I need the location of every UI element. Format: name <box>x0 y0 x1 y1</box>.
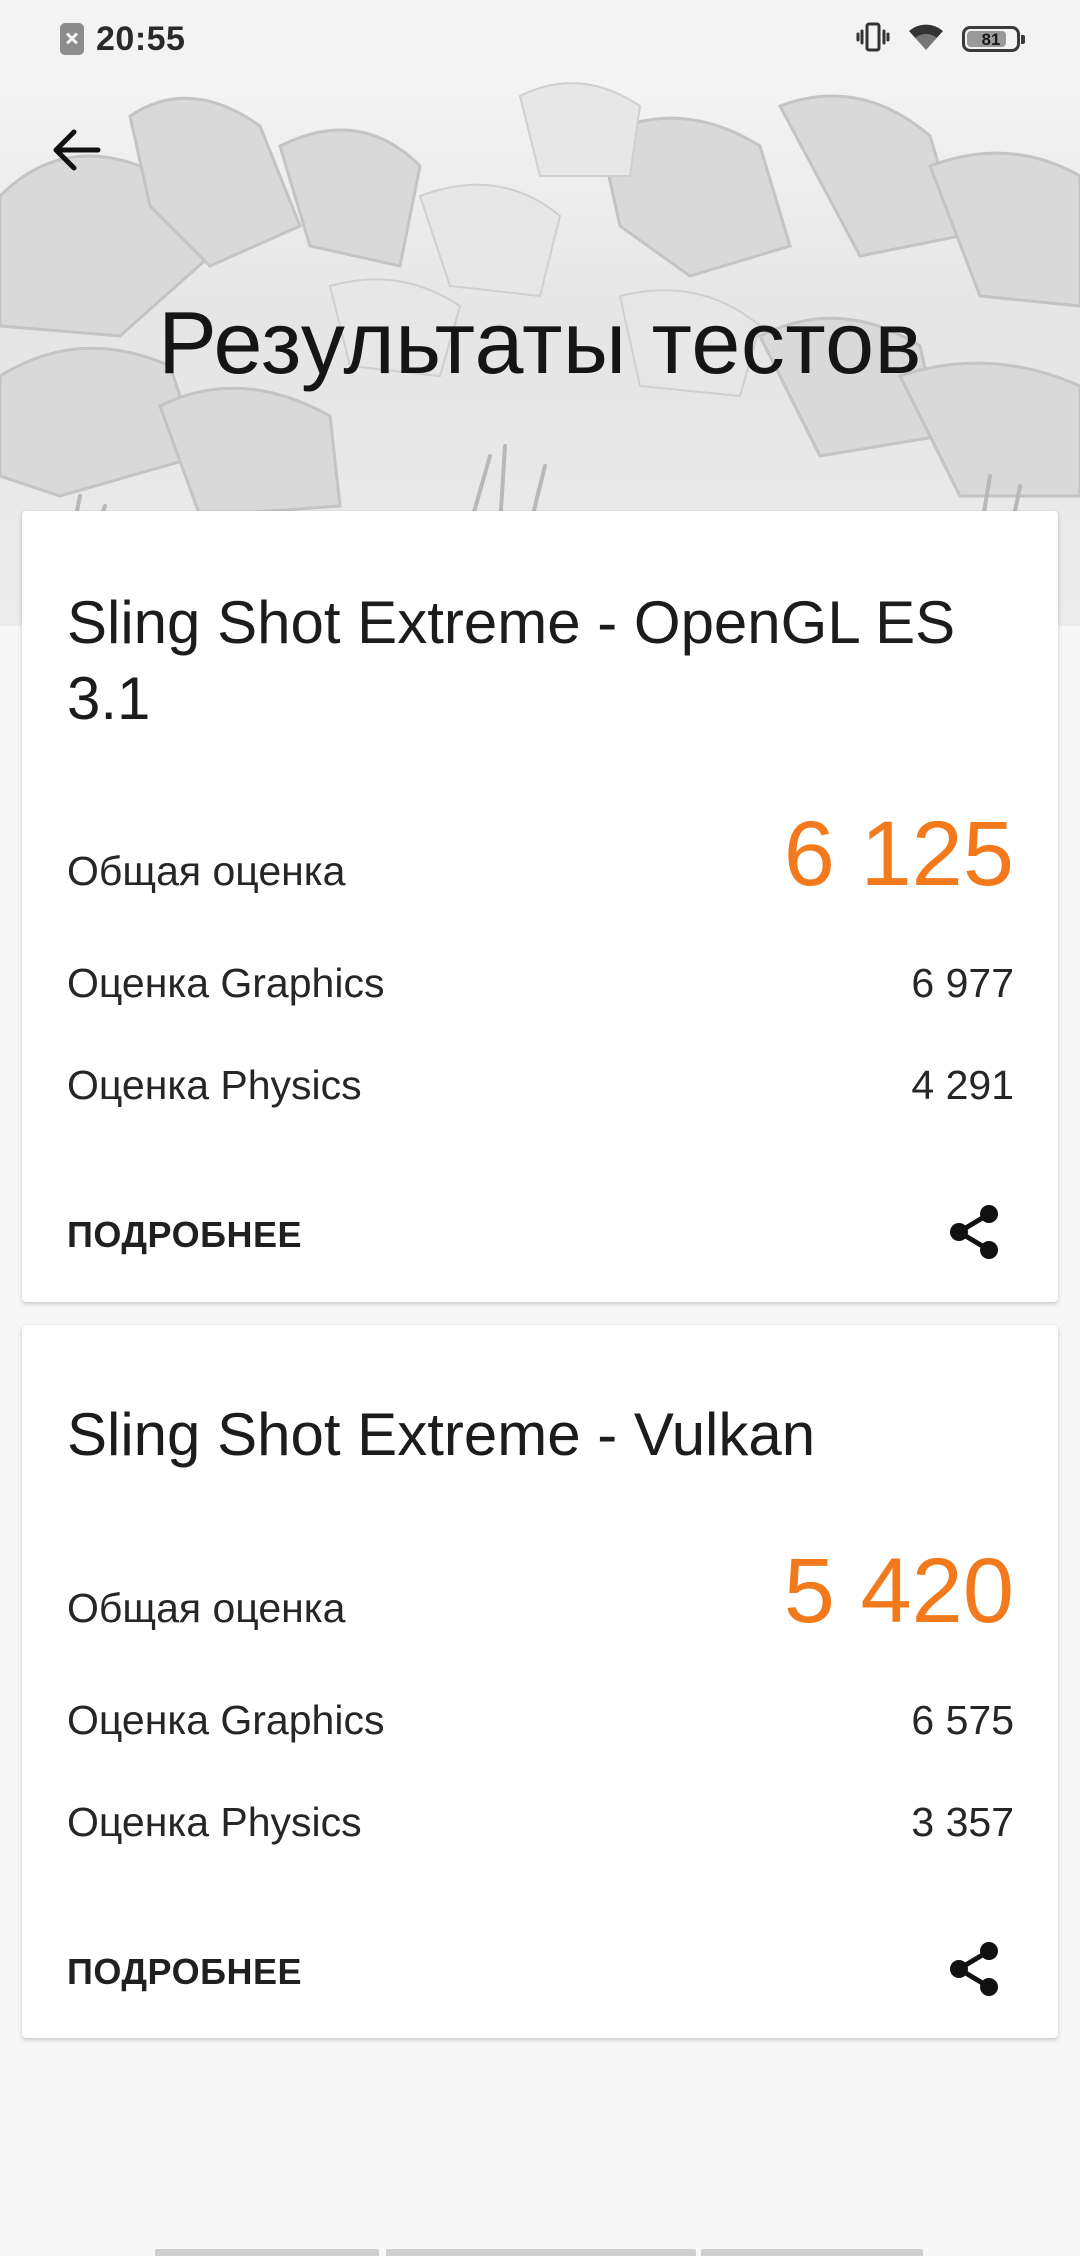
battery-level: 81 <box>981 29 1001 49</box>
graphics-score-row: Оценка Graphics 6 977 <box>67 960 1014 1007</box>
share-button[interactable] <box>942 1937 1006 2001</box>
wifi-icon <box>906 21 946 58</box>
total-score-row: Общая оценка 6 125 <box>67 808 1014 900</box>
graphics-score-value: 6 575 <box>911 1697 1014 1743</box>
bottom-edge-tabs <box>0 2246 1080 2256</box>
notification-blocked-icon <box>60 23 84 55</box>
share-icon <box>950 1942 998 1996</box>
total-score-row: Общая оценка 5 420 <box>67 1545 1014 1637</box>
status-time: 20:55 <box>96 19 186 58</box>
total-score-value: 5 420 <box>783 1540 1014 1642</box>
share-button[interactable] <box>942 1200 1006 1264</box>
physics-score-value: 3 357 <box>911 1799 1014 1845</box>
bottom-tab[interactable] <box>386 2249 696 2256</box>
graphics-score-row: Оценка Graphics 6 575 <box>67 1697 1014 1744</box>
total-score-label: Общая оценка <box>67 848 346 894</box>
total-score-value: 6 125 <box>783 803 1014 905</box>
result-card-vulkan: Sling Shot Extreme - Vulkan Общая оценка… <box>22 1325 1058 2038</box>
graphics-score-label: Оценка Graphics <box>67 1697 385 1743</box>
bottom-tab[interactable] <box>155 2249 379 2256</box>
status-right: 81 <box>856 18 1025 60</box>
physics-score-label: Оценка Physics <box>67 1799 362 1845</box>
bottom-tab[interactable] <box>701 2249 923 2256</box>
back-button[interactable] <box>38 112 114 188</box>
battery-icon: 81 <box>962 26 1025 52</box>
status-bar: 20:55 81 <box>0 0 1080 76</box>
status-left: 20:55 <box>60 18 185 60</box>
vibrate-icon <box>856 20 890 59</box>
total-score-label: Общая оценка <box>67 1585 346 1631</box>
graphics-score-label: Оценка Graphics <box>67 960 385 1006</box>
physics-score-row: Оценка Physics 3 357 <box>67 1799 1014 1846</box>
test-title: Sling Shot Extreme - Vulkan <box>67 1401 816 1468</box>
physics-score-label: Оценка Physics <box>67 1062 362 1108</box>
share-icon <box>950 1205 998 1259</box>
details-button[interactable]: ПОДРОБНЕЕ <box>67 1214 302 1256</box>
details-button[interactable]: ПОДРОБНЕЕ <box>67 1951 302 1993</box>
physics-score-row: Оценка Physics 4 291 <box>67 1062 1014 1109</box>
arrow-left-icon <box>53 129 101 171</box>
result-card-opengl: Sling Shot Extreme - OpenGL ES 3.1 Общая… <box>22 511 1058 1302</box>
graphics-score-value: 6 977 <box>911 960 1014 1006</box>
test-title: Sling Shot Extreme - OpenGL ES 3.1 <box>67 589 956 732</box>
page-title: Результаты тестов <box>158 293 922 392</box>
physics-score-value: 4 291 <box>911 1062 1014 1108</box>
